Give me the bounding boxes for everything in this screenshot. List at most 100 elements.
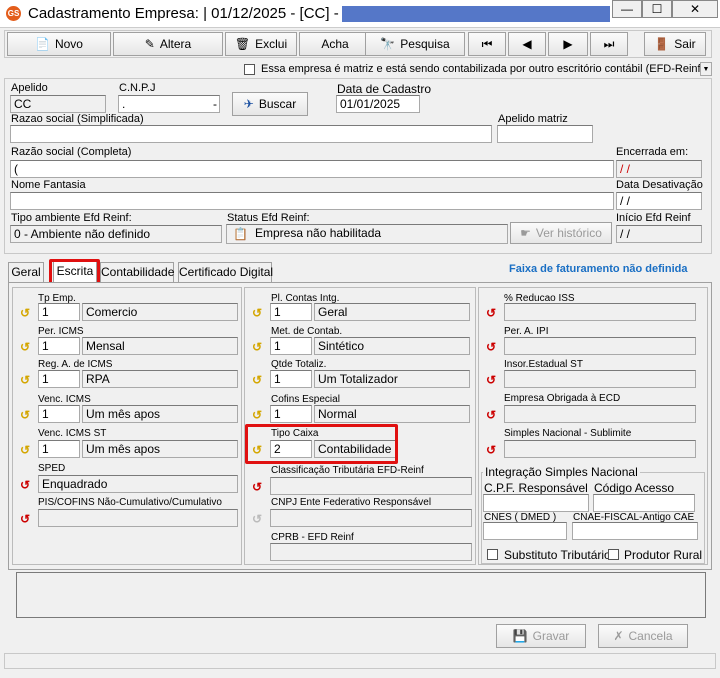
produtor-rural-checkbox[interactable] bbox=[608, 549, 619, 560]
sair-button[interactable]: 🚪 Sair bbox=[644, 32, 706, 56]
data-cadastro-label: Data de Cadastro bbox=[337, 82, 432, 96]
pesquisa-button[interactable]: 🔭 Pesquisa bbox=[365, 32, 465, 56]
tab-contabilidade[interactable]: Contabilidade bbox=[100, 262, 174, 282]
prev-icon: ◀ bbox=[522, 37, 532, 51]
cofins-especial-code[interactable]: 1 bbox=[270, 405, 312, 423]
cpf-responsavel-field[interactable] bbox=[483, 494, 589, 512]
last-record-button[interactable]: ⏭ bbox=[590, 32, 628, 56]
cancelar-button[interactable]: ✗ Cancela bbox=[598, 624, 688, 648]
nome-fantasia-field[interactable] bbox=[10, 192, 614, 210]
per-icms-code[interactable]: 1 bbox=[38, 337, 80, 355]
save-icon: 💾 bbox=[512, 629, 528, 643]
tipo-caixa-code[interactable]: 2 bbox=[270, 440, 312, 458]
qtde-totaliz-code[interactable]: 1 bbox=[270, 370, 312, 388]
lookup-swirl-icon[interactable]: ↺ bbox=[250, 307, 264, 319]
prev-record-button[interactable]: ◀ bbox=[508, 32, 546, 56]
pesquisa-label: Pesquisa bbox=[400, 37, 450, 51]
tab-geral[interactable]: Geral bbox=[8, 262, 44, 282]
altera-button[interactable]: ✎ Altera bbox=[113, 32, 223, 56]
tab-escrita[interactable]: Escrita bbox=[53, 261, 97, 283]
lookup-swirl-icon[interactable]: ↺ bbox=[18, 409, 32, 421]
sublimite-label: Simples Nacional - Sublimite bbox=[504, 428, 632, 439]
razao-completa-field[interactable]: ( bbox=[10, 160, 614, 178]
lookup-swirl-icon[interactable]: ↺ bbox=[18, 513, 32, 525]
encerrada-field[interactable]: / / bbox=[616, 160, 702, 178]
apelido-field[interactable]: CC bbox=[10, 95, 106, 113]
pl-contas-desc: Geral bbox=[314, 303, 470, 321]
razao-simplificada-field[interactable] bbox=[10, 125, 492, 143]
lookup-swirl-icon[interactable]: ↺ bbox=[18, 374, 32, 386]
venc-icms-code[interactable]: 1 bbox=[38, 405, 80, 423]
matriz-checkbox-label: Essa empresa é matriz e está sendo conta… bbox=[261, 63, 701, 75]
tipo-ambiente-label: Tipo ambiente Efd Reinf: bbox=[11, 212, 132, 224]
codigo-acesso-label: Código Acesso bbox=[594, 481, 675, 495]
scroll-down-icon[interactable]: ▼ bbox=[700, 62, 712, 76]
lookup-swirl-icon[interactable]: ↺ bbox=[250, 341, 264, 353]
simples-group-title: Integração Simples Nacional bbox=[483, 465, 640, 479]
lookup-swirl-icon[interactable]: ↺ bbox=[18, 341, 32, 353]
pl-contas-code[interactable]: 1 bbox=[270, 303, 312, 321]
per-ipi-label: Per. A. IPI bbox=[504, 326, 549, 337]
venc-icms-st-code[interactable]: 1 bbox=[38, 440, 80, 458]
first-record-button[interactable]: ⏮ bbox=[468, 32, 506, 56]
minimize-button[interactable]: — bbox=[612, 0, 642, 18]
sped-field: Enquadrado bbox=[38, 475, 238, 493]
gravar-button[interactable]: 💾 Gravar bbox=[496, 624, 586, 648]
class-trib-field bbox=[270, 477, 472, 495]
sair-label: Sair bbox=[674, 37, 696, 51]
inicio-efd-label: Início Efd Reinf bbox=[616, 212, 691, 224]
close-button[interactable]: ✕ bbox=[672, 0, 718, 18]
lookup-swirl-icon[interactable]: ↺ bbox=[250, 444, 264, 456]
apelido-label: Apelido bbox=[11, 82, 48, 94]
lookup-swirl-icon[interactable]: ↺ bbox=[250, 481, 264, 493]
lookup-swirl-icon[interactable]: ↺ bbox=[250, 513, 264, 525]
tab-certificado-digital[interactable]: Certificado Digital bbox=[178, 262, 273, 282]
acha-button[interactable]: Acha bbox=[299, 32, 371, 56]
novo-label: Novo bbox=[54, 37, 83, 51]
lookup-swirl-icon[interactable]: ↺ bbox=[250, 374, 264, 386]
met-contab-code[interactable]: 1 bbox=[270, 337, 312, 355]
lookup-swirl-icon[interactable]: ↺ bbox=[484, 307, 498, 319]
data-cadastro-field[interactable]: 01/01/2025 bbox=[336, 95, 420, 113]
cnpj-ente-label: CNPJ Ente Federativo Responsável bbox=[271, 497, 432, 508]
qtde-totaliz-desc: Um Totalizador bbox=[314, 370, 470, 388]
substituto-tributario-checkbox[interactable] bbox=[487, 549, 498, 560]
inicio-efd-field: / / bbox=[616, 225, 702, 243]
tp-emp-code[interactable]: 1 bbox=[38, 303, 80, 321]
cnpj-tail: - bbox=[213, 97, 217, 111]
cnpj-field[interactable]: .- bbox=[118, 95, 220, 113]
venc-icms-st-label: Venc. ICMS ST bbox=[38, 428, 107, 439]
cnes-field[interactable] bbox=[483, 522, 567, 540]
lookup-swirl-icon[interactable]: ↺ bbox=[18, 479, 32, 491]
maximize-button[interactable]: ☐ bbox=[642, 0, 672, 18]
cnae-field[interactable] bbox=[572, 522, 698, 540]
lookup-swirl-icon[interactable]: ↺ bbox=[484, 374, 498, 386]
matriz-checkbox[interactable] bbox=[244, 64, 255, 75]
lookup-swirl-icon[interactable]: ↺ bbox=[484, 444, 498, 456]
cofins-especial-label: Cofins Especial bbox=[271, 394, 340, 405]
exclui-label: Exclui bbox=[255, 37, 288, 51]
observacoes-area[interactable] bbox=[16, 572, 706, 618]
next-record-button[interactable]: ▶ bbox=[548, 32, 588, 56]
edit-icon: ✎ bbox=[144, 37, 155, 51]
lookup-swirl-icon[interactable]: ↺ bbox=[18, 444, 32, 456]
cancelar-label: Cancela bbox=[628, 629, 673, 643]
lookup-swirl-icon[interactable]: ↺ bbox=[484, 409, 498, 421]
exclui-button[interactable]: 🗑 Exclui bbox=[225, 32, 297, 56]
status-efd-label: Status Efd Reinf: bbox=[227, 212, 310, 224]
ver-historico-button[interactable]: ☛ Ver histórico bbox=[510, 222, 612, 244]
novo-button[interactable]: 📄 Novo bbox=[7, 32, 111, 56]
apelido-matriz-field[interactable] bbox=[497, 125, 593, 143]
razao-completa-label: Razão social (Completa) bbox=[11, 146, 132, 158]
sublimite-field bbox=[504, 440, 696, 458]
tp-emp-desc: Comercio bbox=[82, 303, 238, 321]
lookup-swirl-icon[interactable]: ↺ bbox=[250, 409, 264, 421]
cofins-especial-desc: Normal bbox=[314, 405, 470, 423]
buscar-button[interactable]: ✈ Buscar bbox=[232, 92, 308, 116]
window-title: Cadastramento Empresa: | 01/12/2025 - [C… bbox=[28, 5, 339, 22]
lookup-swirl-icon[interactable]: ↺ bbox=[18, 307, 32, 319]
data-desativacao-field[interactable]: / / bbox=[616, 192, 702, 210]
codigo-acesso-field[interactable] bbox=[593, 494, 695, 512]
lookup-swirl-icon[interactable]: ↺ bbox=[484, 341, 498, 353]
reg-icms-code[interactable]: 1 bbox=[38, 370, 80, 388]
